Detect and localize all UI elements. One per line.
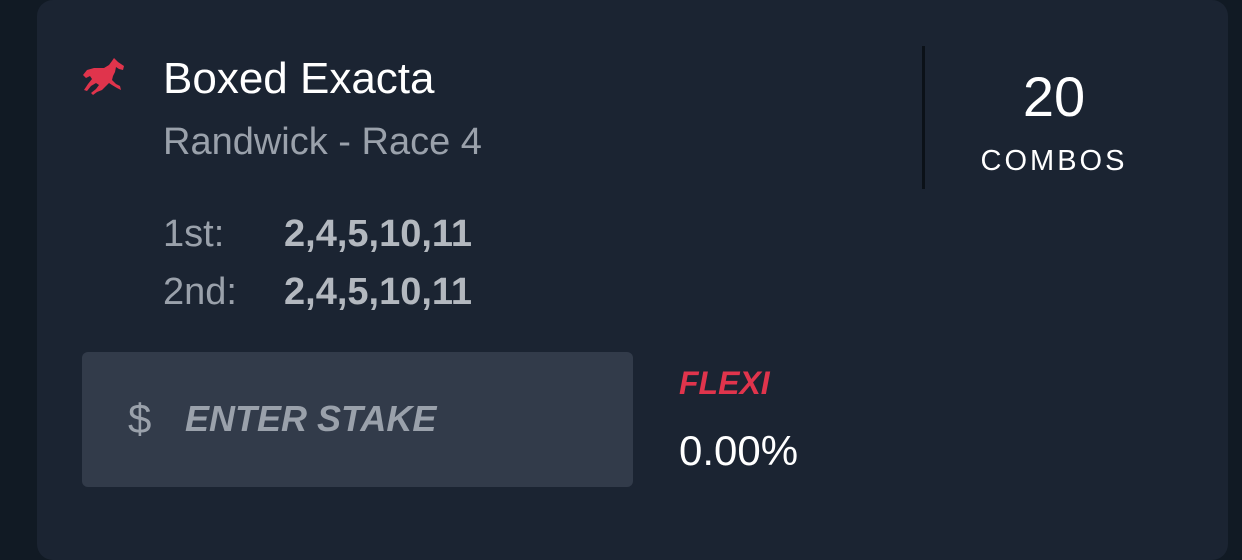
dollar-icon: $ xyxy=(128,395,152,442)
selection-position-label: 1st: xyxy=(163,213,225,255)
bet-type-title: Boxed Exacta xyxy=(163,54,435,103)
stake-input[interactable] xyxy=(185,392,605,446)
horse-icon xyxy=(83,58,124,95)
selection-position-label: 2nd: xyxy=(163,271,237,313)
flexi-percentage: 0.00% xyxy=(679,427,799,474)
selection-runners: 2,4,5,10,11 xyxy=(284,213,473,255)
flexi-label: FLEXI xyxy=(679,365,770,401)
selection-runners: 2,4,5,10,11 xyxy=(284,271,473,313)
race-name: Randwick - Race 4 xyxy=(163,121,482,163)
combos-label: COMBOS xyxy=(980,145,1128,177)
combos-count: 20 xyxy=(1022,65,1086,128)
stake-field[interactable]: $ xyxy=(82,352,633,487)
